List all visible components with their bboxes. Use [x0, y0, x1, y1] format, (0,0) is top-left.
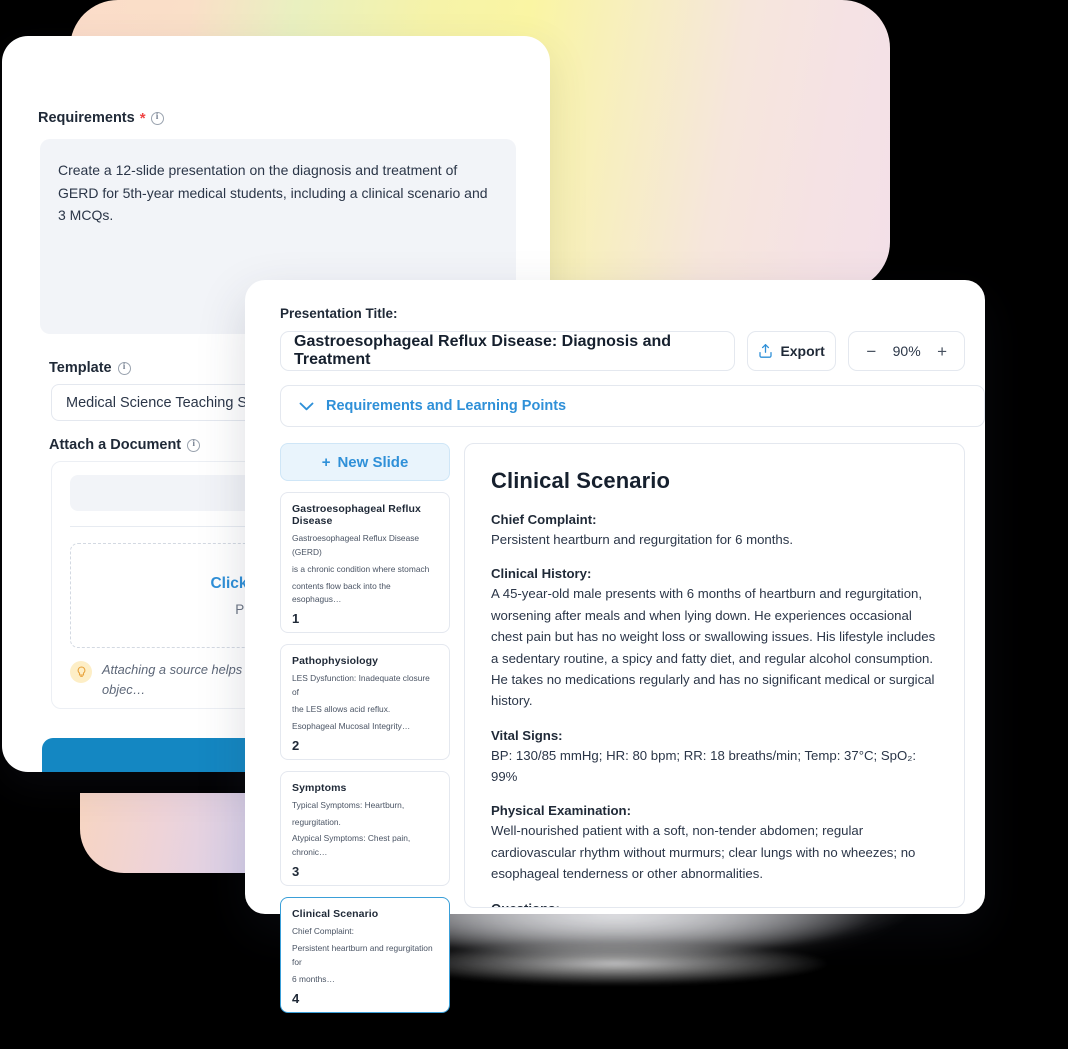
slide-thumbnail-body: LES Dysfunction: Inadequate closure of t… — [292, 672, 438, 733]
section-heading: Vital Signs: — [491, 727, 563, 743]
requirements-value: Create a 12-slide presentation on the di… — [58, 162, 488, 224]
slide-thumbnail-line: the LES allows acid reflux. — [292, 704, 391, 715]
slide-thumbnail[interactable]: Symptoms Typical Symptoms: Heartburn, re… — [280, 770, 450, 887]
title-toolbar: Gastroesophageal Reflux Disease: Diagnos… — [265, 331, 965, 371]
lightbulb-icon — [70, 661, 92, 683]
slide-thumbnail-line: Chief Complaint: — [292, 926, 354, 937]
zoom-out-button[interactable]: − — [866, 343, 876, 360]
slide-thumbnail-title: Clinical Scenario — [292, 908, 379, 921]
slide-section: Chief Complaint: Persistent heartburn an… — [491, 512, 938, 550]
section-heading: Clinical History: — [491, 566, 592, 582]
slide-section: Vital Signs: BP: 130/85 mmHg; HR: 80 bpm… — [491, 728, 938, 788]
attach-document-label: Attach a Document i — [49, 437, 201, 453]
slide-thumbnail-selected[interactable]: Clinical Scenario Chief Complaint: Persi… — [280, 897, 450, 1013]
zoom-control: − 90% + — [848, 331, 965, 371]
presentation-title-value: Gastroesophageal Reflux Disease: Diagnos… — [294, 333, 672, 368]
attach-document-label-text: Attach a Document — [49, 437, 182, 453]
slide-section: Physical Examination: Well-nourished pat… — [491, 803, 938, 884]
background-gradient-blob-bottom — [80, 793, 260, 873]
section-body: Persistent heartburn and regurgitation f… — [491, 532, 794, 547]
slide-thumbnail-line: Persistent heartburn and regurgitation f… — [292, 943, 433, 967]
zoom-level-value: 90% — [892, 343, 921, 359]
info-icon[interactable]: i — [117, 361, 131, 375]
template-label-text: Template — [49, 360, 112, 376]
section-heading: Physical Examination: — [491, 803, 631, 819]
presentation-title-label: Presentation Title: — [280, 306, 398, 321]
section-body: BP: 130/85 mmHg; HR: 80 bpm; RR: 18 brea… — [491, 747, 916, 784]
template-value: Medical Science Teaching S — [66, 394, 248, 411]
template-label: Template i — [49, 360, 131, 376]
slide-thumbnail-title: Pathophysiology — [292, 655, 379, 668]
screenshot-stage: Requirements * i Create a 12-slide prese… — [0, 0, 1068, 1049]
slide-section: Clinical History: A 45-year-old male pre… — [491, 566, 938, 711]
slide-thumbnail-line: Gastroesophageal Reflux Disease (GERD) — [292, 533, 420, 557]
new-slide-label: New Slide — [337, 453, 409, 471]
slide-thumbnail-line: LES Dysfunction: Inadequate closure of — [292, 673, 430, 698]
new-slide-plus: + — [321, 453, 331, 471]
slide-thumbnail[interactable]: Pathophysiology LES Dysfunction: Inadequ… — [280, 644, 450, 760]
info-icon[interactable]: i — [150, 111, 164, 125]
export-button[interactable]: Export — [746, 331, 837, 371]
presentation-title-input[interactable]: Gastroesophageal Reflux Disease: Diagnos… — [280, 331, 735, 371]
info-icon[interactable]: i — [187, 438, 201, 452]
slide-thumbnail-title: Gastroesophageal Reflux Disease — [292, 503, 421, 527]
slide-number: 4 — [292, 990, 300, 1006]
slide-title: Clinical Scenario — [491, 468, 670, 493]
slide-thumbnail-body: Chief Complaint: Persistent heartburn an… — [292, 925, 438, 986]
slide-thumbnail-line: is a chronic condition where stomach — [292, 563, 430, 574]
section-body: Well-nourished patient with a soft, non-… — [491, 823, 916, 882]
slide-number: 1 — [292, 611, 300, 627]
slide-number: 2 — [292, 737, 300, 753]
zoom-in-button[interactable]: + — [937, 343, 947, 360]
slide-thumbnail-line: regurgitation. — [292, 816, 341, 827]
requirements-accordion[interactable]: Requirements and Learning Points — [280, 385, 985, 427]
upload-share-icon — [759, 344, 773, 358]
slide-list: + New Slide Gastroesophageal Reflux Dise… — [280, 443, 450, 1024]
required-asterisk: * — [139, 109, 146, 127]
requirements-accordion-label: Requirements and Learning Points — [326, 398, 567, 414]
slide-thumbnail-line: Typical Symptoms: Heartburn, — [292, 799, 405, 810]
export-button-label: Export — [780, 343, 825, 359]
section-heading: Chief Complaint: — [491, 512, 597, 527]
slide-thumbnail-body: Gastroesophageal Reflux Disease (GERD) i… — [292, 532, 438, 607]
slide-thumbnail-line: Esophageal Mucosal Integrity… — [292, 720, 411, 731]
editor-body: + New Slide Gastroesophageal Reflux Dise… — [280, 443, 965, 1024]
questions-heading: Questions: — [491, 900, 560, 908]
slide-thumbnail-line: Atypical Symptoms: Chest pain, chronic… — [292, 833, 411, 858]
slide-thumbnail-title: Symptoms — [292, 781, 347, 794]
chevron-down-icon — [299, 399, 314, 413]
section-body: A 45-year-old male presents with 6 month… — [491, 586, 936, 709]
slide-number: 3 — [292, 864, 300, 880]
requirements-label-text: Requirements — [38, 110, 135, 126]
slide-thumbnail-line: 6 months… — [292, 973, 335, 984]
presentation-editor-card: Presentation Title: Gastroesophageal Ref… — [245, 280, 985, 1013]
new-slide-button[interactable]: + New Slide — [280, 443, 450, 481]
requirements-label: Requirements * i — [38, 110, 164, 126]
slide-thumbnail-line: contents flow back into the esophagus… — [292, 580, 391, 605]
slide-thumbnail[interactable]: Gastroesophageal Reflux Disease Gastroes… — [280, 492, 450, 634]
slide-canvas[interactable]: Clinical Scenario Chief Complaint: Persi… — [464, 443, 965, 908]
slide-thumbnail-body: Typical Symptoms: Heartburn, regurgitati… — [292, 799, 438, 860]
slide-questions-section: Questions: What is the most likely diagn… — [491, 900, 938, 908]
